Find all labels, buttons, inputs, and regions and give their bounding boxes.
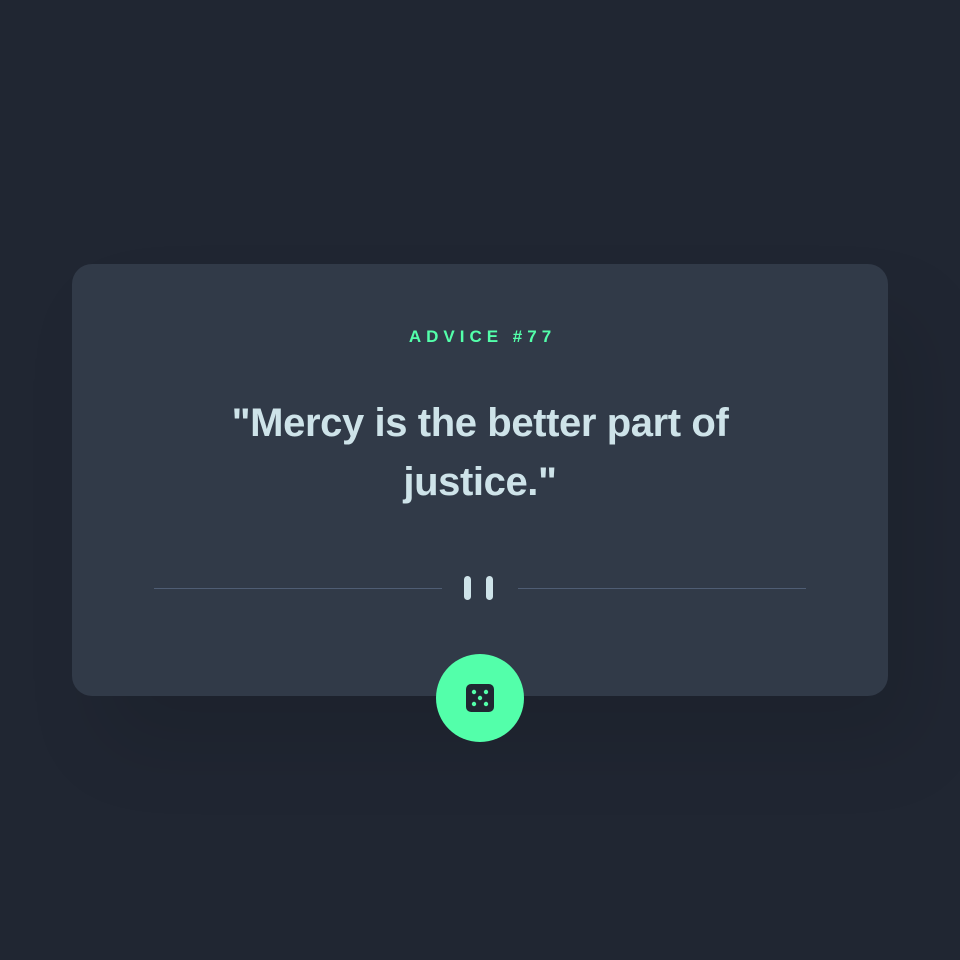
pause-icon bbox=[464, 576, 496, 600]
new-advice-dice-button[interactable] bbox=[436, 654, 524, 742]
advice-number-label: ADVICE #77 bbox=[408, 327, 557, 346]
advice-quote: "Mercy is the better part of justice." bbox=[231, 401, 729, 504]
pause-bar-left bbox=[464, 576, 471, 600]
divider-line-right bbox=[518, 588, 806, 589]
divider-line-left bbox=[154, 588, 442, 589]
pause-bar-right bbox=[486, 576, 493, 600]
dice-icon bbox=[466, 684, 494, 712]
